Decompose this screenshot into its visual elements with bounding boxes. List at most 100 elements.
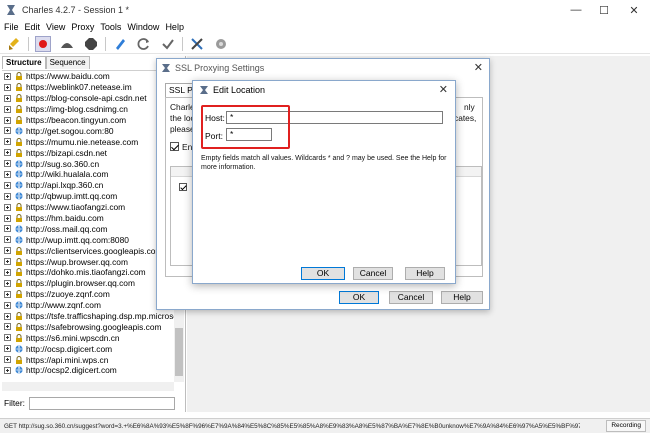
edit-location-dialog: Edit Location ✕ Host: * Port: * Empty fi…	[192, 80, 456, 284]
expand-icon[interactable]	[4, 72, 11, 80]
edit-cancel-button[interactable]: Cancel	[353, 267, 393, 280]
host-row[interactable]: http://oss.mail.qq.com	[2, 223, 174, 234]
expand-icon[interactable]	[4, 127, 11, 135]
recording-status[interactable]: Recording	[606, 420, 646, 432]
expand-icon[interactable]	[4, 334, 11, 342]
host-row[interactable]: https://tsfe.trafficshaping.dsp.mp.micro…	[2, 311, 174, 322]
expand-icon[interactable]	[4, 323, 11, 331]
expand-icon[interactable]	[4, 170, 11, 178]
throttle-icon[interactable]	[59, 36, 75, 52]
expand-icon[interactable]	[4, 203, 11, 211]
host-row[interactable]: http://wiki.hualala.com	[2, 169, 174, 180]
host-row[interactable]: http://sug.so.360.cn	[2, 158, 174, 169]
host-row[interactable]: https://plugin.browser.qq.com	[2, 278, 174, 289]
filter-input[interactable]	[28, 396, 175, 410]
host-row[interactable]: http://www.zqnf.com	[2, 300, 174, 311]
host-row[interactable]: http://api.lxqp.360.cn	[2, 180, 174, 191]
tab-structure[interactable]: Structure	[2, 56, 46, 69]
host-row[interactable]: https://hm.baidu.com	[2, 213, 174, 224]
expand-icon[interactable]	[4, 116, 11, 124]
host-label: https://www.tiaofangzi.com	[26, 202, 126, 213]
expand-icon[interactable]	[4, 345, 11, 353]
host-row[interactable]: https://blog-console-api.csdn.net	[2, 93, 174, 104]
expand-icon[interactable]	[4, 268, 11, 276]
expand-icon[interactable]	[4, 236, 11, 244]
expand-icon[interactable]	[4, 258, 11, 266]
expand-icon[interactable]	[4, 138, 11, 146]
tab-sequence[interactable]: Sequence	[45, 56, 90, 69]
menu-help[interactable]: Help	[165, 22, 184, 32]
host-row[interactable]: http://wup.imtt.qq.com:8080	[2, 234, 174, 245]
menu-tools[interactable]: Tools	[100, 22, 121, 32]
menu-view[interactable]: View	[46, 22, 65, 32]
host-row[interactable]: https://safebrowsing.googleapis.com	[2, 321, 174, 332]
host-row[interactable]: https://mumu.nie.netease.com	[2, 136, 174, 147]
maximize-button[interactable]: ☐	[590, 0, 618, 20]
host-row[interactable]: https://s6.mini.wpscdn.cn	[2, 332, 174, 343]
edit-help-button[interactable]: Help	[405, 267, 445, 280]
globe-icon	[15, 192, 23, 200]
lock-icon	[16, 333, 22, 342]
charles-dialog-icon	[200, 86, 208, 94]
host-row[interactable]: https://img-blog.csdnimg.cn	[2, 104, 174, 115]
record-icon[interactable]	[35, 35, 51, 52]
expand-icon[interactable]	[4, 192, 11, 200]
location-row-checkbox[interactable]	[179, 183, 187, 191]
host-row[interactable]: https://wup.browser.qq.com	[2, 256, 174, 267]
expand-icon[interactable]	[4, 312, 11, 320]
expand-icon[interactable]	[4, 301, 11, 309]
validate-icon[interactable]	[160, 36, 176, 52]
host-row[interactable]: https://www.baidu.com	[2, 71, 174, 82]
scrollbar-thumb[interactable]	[175, 328, 183, 376]
toolbar-separator	[105, 36, 106, 51]
expand-icon[interactable]	[4, 366, 11, 374]
ssl-cancel-button[interactable]: Cancel	[389, 291, 433, 304]
expand-icon[interactable]	[4, 149, 11, 157]
close-window-button[interactable]: ✕	[620, 0, 648, 20]
ssl-help-button[interactable]: Help	[441, 291, 483, 304]
host-row[interactable]: http://get.sogou.com:80	[2, 125, 174, 136]
host-label: https://clientservices.googleapis.com	[26, 245, 163, 256]
enable-ssl-checkbox[interactable]	[170, 142, 179, 151]
menu-file[interactable]: File	[4, 22, 19, 32]
expand-icon[interactable]	[4, 247, 11, 255]
expand-icon[interactable]	[4, 181, 11, 189]
breakpoint-icon[interactable]	[83, 36, 99, 52]
edit-ok-button[interactable]: OK	[301, 267, 345, 280]
expand-icon[interactable]	[4, 160, 11, 168]
compose-icon[interactable]	[112, 36, 128, 52]
edit-close-icon[interactable]: ✕	[439, 83, 448, 96]
minimize-button[interactable]: —	[562, 0, 590, 20]
host-row[interactable]: https://clientservices.googleapis.com	[2, 245, 174, 256]
expand-icon[interactable]	[4, 214, 11, 222]
tools-icon[interactable]	[189, 36, 205, 52]
host-row[interactable]: https://bizapi.csdn.net	[2, 147, 174, 158]
host-row[interactable]: https://beacon.tingyun.com	[2, 115, 174, 126]
highlight-annotation	[201, 105, 290, 149]
expand-icon[interactable]	[4, 225, 11, 233]
broom-icon[interactable]	[6, 36, 22, 52]
expand-icon[interactable]	[4, 290, 11, 298]
host-row[interactable]: http://ocsp.digicert.com	[2, 343, 174, 354]
repeat-icon[interactable]	[136, 36, 152, 52]
expand-icon[interactable]	[4, 83, 11, 91]
host-row[interactable]: http://qbwup.imtt.qq.com	[2, 191, 174, 202]
expand-icon[interactable]	[4, 279, 11, 287]
host-row[interactable]: http://ocsp2.digicert.com	[2, 365, 174, 376]
menu-edit[interactable]: Edit	[25, 22, 41, 32]
expand-icon[interactable]	[4, 94, 11, 102]
settings-icon[interactable]	[213, 36, 229, 52]
ssl-description-line: cates,	[454, 113, 477, 123]
host-row[interactable]: https://dohko.mis.tiaofangzi.com	[2, 267, 174, 278]
menu-proxy[interactable]: Proxy	[71, 22, 94, 32]
expand-icon[interactable]	[4, 356, 11, 364]
host-row[interactable]: https://weblink07.netease.im	[2, 82, 174, 93]
host-row[interactable]: https://api.mini.wps.cn	[2, 354, 174, 365]
host-row[interactable]: https://zuoye.zqnf.com	[2, 289, 174, 300]
ssl-close-icon[interactable]: ✕	[474, 61, 483, 74]
expand-icon[interactable]	[4, 105, 11, 113]
host-row[interactable]: https://www.tiaofangzi.com	[2, 202, 174, 213]
menu-window[interactable]: Window	[127, 22, 159, 32]
ssl-ok-button[interactable]: OK	[339, 291, 379, 304]
horizontal-scrollbar[interactable]	[2, 382, 174, 391]
